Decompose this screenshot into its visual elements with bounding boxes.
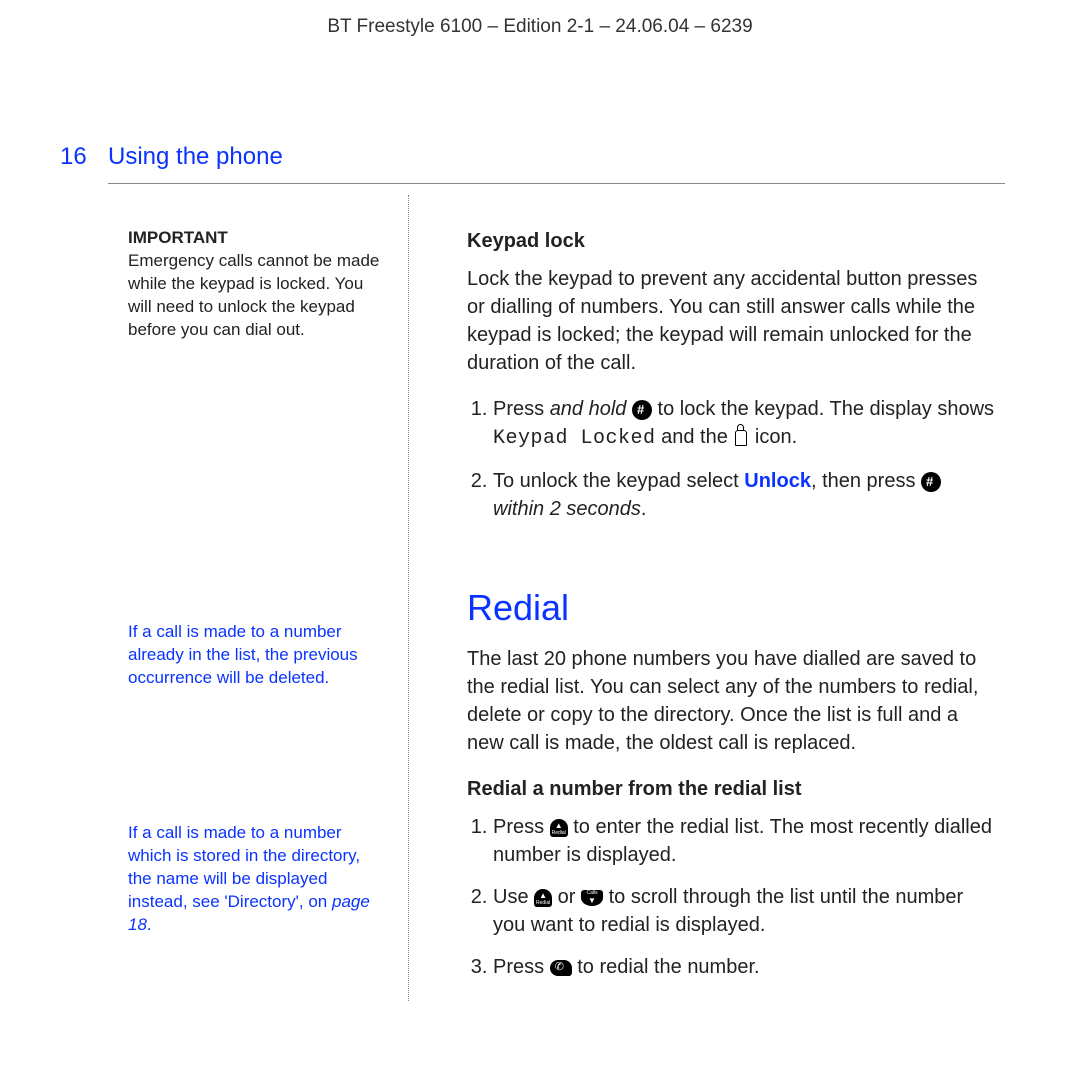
keypad-lock-intro: Lock the keypad to prevent any accidenta… <box>467 265 1000 377</box>
up-redial-icon: Redial <box>550 819 568 837</box>
hash-key-icon <box>921 472 941 492</box>
text: Press <box>493 398 550 420</box>
section-title: Using the phone <box>108 143 283 171</box>
sidebar-note-text: If a call is made to a number already in… <box>128 621 388 690</box>
text: to enter the redial list. The most recen… <box>493 816 992 866</box>
important-text: Emergency calls cannot be made while the… <box>128 250 388 342</box>
vertical-rule <box>408 195 409 1001</box>
hash-key-icon <box>632 400 652 420</box>
text: to lock the keypad. The display shows <box>652 398 994 420</box>
sidebar-note-post: . <box>147 915 152 934</box>
text-emphasis: within 2 seconds <box>493 498 641 520</box>
redial-intro: The last 20 phone numbers you have diall… <box>467 645 1000 757</box>
text: icon. <box>749 426 797 448</box>
redial-heading: Redial <box>467 583 1000 633</box>
lock-icon <box>735 430 747 446</box>
down-calls-icon: Calls <box>581 890 603 906</box>
redial-step-3: Press to redial the number. <box>493 953 1000 981</box>
redial-step-1: Press Redial to enter the redial list. T… <box>493 813 1000 869</box>
icon-sublabel: Redial <box>550 831 568 836</box>
text: Use <box>493 886 534 908</box>
keypad-lock-heading: Keypad lock <box>467 227 1000 255</box>
text: Press <box>493 956 550 978</box>
text: , then press <box>811 470 921 492</box>
text-emphasis: and hold <box>550 398 627 420</box>
keypad-step-1: Press and hold to lock the keypad. The d… <box>493 395 1000 453</box>
sidebar-note-redial-duplicate: If a call is made to a number already in… <box>128 621 388 690</box>
redial-steps: Press Redial to enter the redial list. T… <box>467 813 1000 981</box>
handset-icon <box>550 960 572 976</box>
text: or <box>552 886 581 908</box>
sidebar-note-pre: If a call is made to a number which is s… <box>128 823 360 911</box>
softkey-label: Unlock <box>744 470 811 492</box>
sidebar-note-directory: If a call is made to a number which is s… <box>128 822 388 937</box>
keypad-lock-steps: Press and hold to lock the keypad. The d… <box>467 395 1000 523</box>
text: to redial the number. <box>572 956 760 978</box>
icon-sublabel: Redial <box>534 901 552 906</box>
text: . <box>641 498 647 520</box>
icon-sublabel: Calls <box>581 891 603 896</box>
sidebar-note-important: IMPORTANT Emergency calls cannot be made… <box>128 227 388 342</box>
display-text: Keypad Locked <box>493 427 656 450</box>
keypad-step-2: To unlock the keypad select Unlock, then… <box>493 467 1000 523</box>
text: Press <box>493 816 550 838</box>
page-number: 16 <box>60 143 87 171</box>
sidebar-note-text: If a call is made to a number which is s… <box>128 822 388 937</box>
up-redial-icon: Redial <box>534 889 552 907</box>
redial-sub-heading: Redial a number from the redial list <box>467 775 1000 803</box>
text: and the <box>656 426 734 448</box>
important-label: IMPORTANT <box>128 227 388 250</box>
text: To unlock the keypad select <box>493 470 744 492</box>
manual-page: BT Freestyle 6100 – Edition 2-1 – 24.06.… <box>0 0 1080 1069</box>
horizontal-rule <box>108 183 1005 184</box>
redial-step-2: Use Redial or Calls to scroll through th… <box>493 883 1000 939</box>
document-header: BT Freestyle 6100 – Edition 2-1 – 24.06.… <box>0 0 1080 38</box>
main-content: Keypad lock Lock the keypad to prevent a… <box>467 227 1000 999</box>
